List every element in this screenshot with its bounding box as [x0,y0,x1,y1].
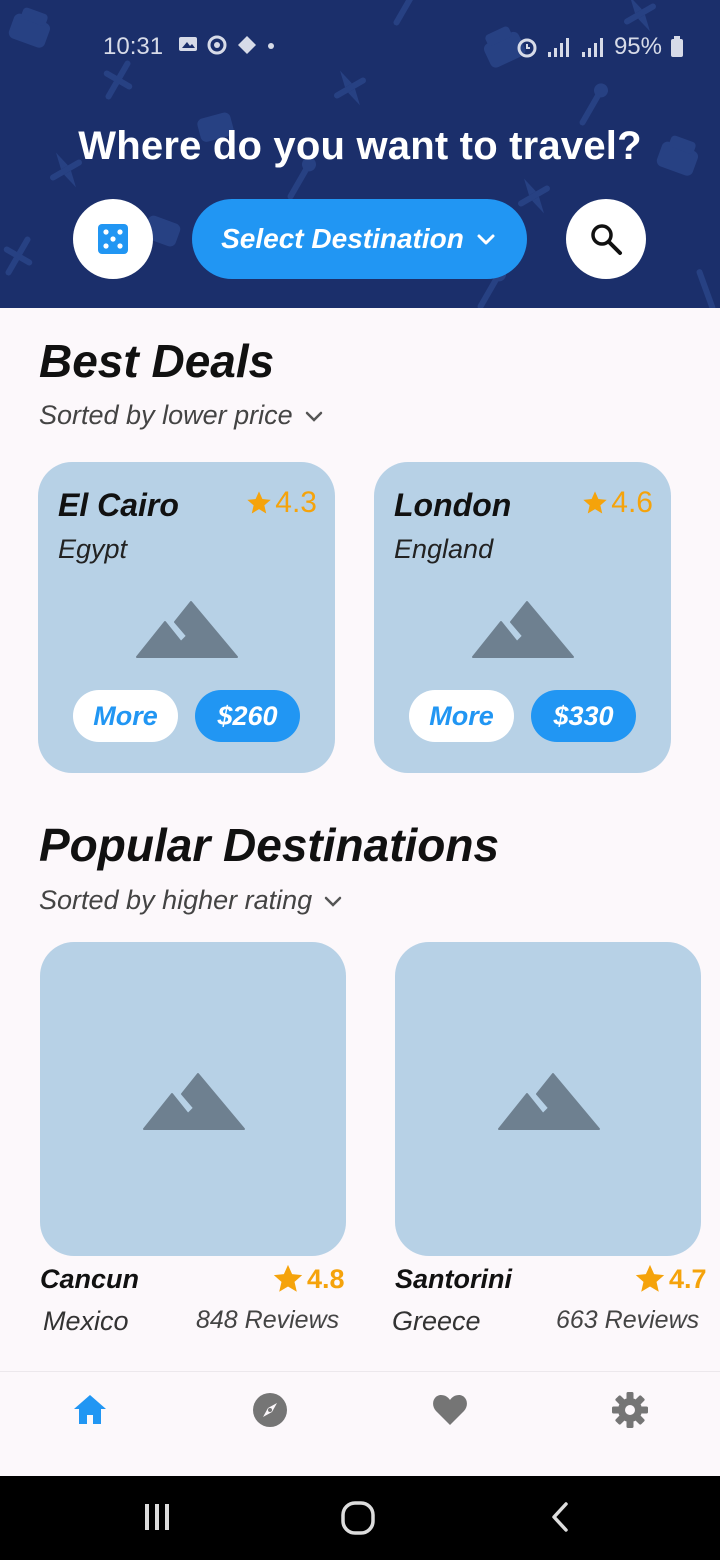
star-icon [273,1264,303,1292]
more-button[interactable]: More [73,690,178,742]
image-placeholder-icon [136,601,238,658]
popular-destinations-title: Popular Destinations [39,819,500,871]
app-header: 10:31 95% Where do you want to travel? S… [0,0,720,308]
destination-rating: 4.7 [633,1262,707,1296]
back-button[interactable] [544,1500,578,1539]
home-icon [74,1395,106,1424]
best-deals-title: Best Deals [39,335,275,387]
gallery-notification-icon [179,37,197,51]
deal-card[interactable]: El Cairo Egypt 4.3 More $260 [38,462,335,773]
favorite-icon [433,1395,467,1425]
image-placeholder-icon [143,1073,245,1130]
nav-settings[interactable] [610,1390,650,1430]
price-button[interactable]: $330 [531,690,636,742]
system-navigation-bar [0,1476,720,1560]
home-circle-icon [341,1501,375,1535]
deal-country: Egypt [58,534,128,564]
more-button[interactable]: More [409,690,514,742]
destination-name[interactable]: Cancun [40,1264,139,1295]
search-button[interactable] [566,199,646,279]
destination-image[interactable] [40,942,346,1256]
image-placeholder-icon [472,601,574,658]
app-notification-icon [238,36,256,54]
destination-rating-value: 4.8 [307,1263,345,1294]
signal-icon [547,38,569,57]
nav-explore[interactable] [250,1390,290,1430]
home-system-button[interactable] [340,1500,376,1541]
chevron-down-icon [305,411,322,422]
best-deals-sort-dropdown[interactable]: Sorted by lower price [39,400,325,431]
deal-city: El Cairo [58,487,179,523]
nav-favorites[interactable] [430,1390,470,1430]
best-deals-sort-label: Sorted by lower price [39,400,293,430]
select-destination-button[interactable]: Select Destination [192,199,527,279]
deal-rating: 4.3 [245,486,317,520]
image-placeholder-icon [498,1073,600,1130]
star-icon [583,491,607,514]
nav-home[interactable] [70,1390,110,1430]
status-bar: 10:31 95% [0,30,720,64]
explore-icon [253,1393,287,1427]
destination-reviews: 848 Reviews [196,1306,340,1334]
recent-apps-icon [145,1504,169,1530]
deal-rating-value: 4.6 [611,486,653,519]
deal-rating-value: 4.3 [275,486,317,519]
battery-percent: 95% [613,33,662,60]
star-icon [635,1264,665,1292]
bottom-navigation [0,1371,720,1477]
deal-country: England [394,534,494,564]
chevron-down-icon [477,234,495,245]
random-destination-button[interactable] [73,199,153,279]
settings-icon [612,1392,648,1428]
page-title: Where do you want to travel? [78,124,642,168]
signal-icon-2 [581,38,603,57]
destination-country: Mexico [43,1306,129,1336]
popular-sort-dropdown[interactable]: Sorted by higher rating [39,885,344,916]
back-icon [552,1502,568,1532]
deal-city: London [394,487,512,523]
star-icon [247,491,271,514]
destination-country: Greece [392,1306,481,1336]
chevron-down-icon [324,896,342,907]
destination-name[interactable]: Santorini [395,1264,512,1295]
status-time: 10:31 [103,33,164,60]
more-notifications-dot [268,43,274,49]
destination-rating-value: 4.7 [669,1263,707,1294]
battery-icon [671,36,683,57]
dice-icon [98,224,128,254]
price-button[interactable]: $260 [195,690,300,742]
select-destination-label: Select Destination [221,223,464,254]
destination-reviews: 663 Reviews [556,1306,700,1334]
deal-card[interactable]: London England 4.6 More $330 [374,462,671,773]
destination-rating: 4.8 [271,1262,345,1296]
popular-sort-label: Sorted by higher rating [39,885,313,915]
deal-rating: 4.6 [581,486,653,520]
destination-image[interactable] [395,942,701,1256]
search-icon [591,224,622,255]
recent-apps-button[interactable] [140,1500,174,1539]
sync-notification-icon [207,35,227,55]
alarm-icon [517,38,537,58]
